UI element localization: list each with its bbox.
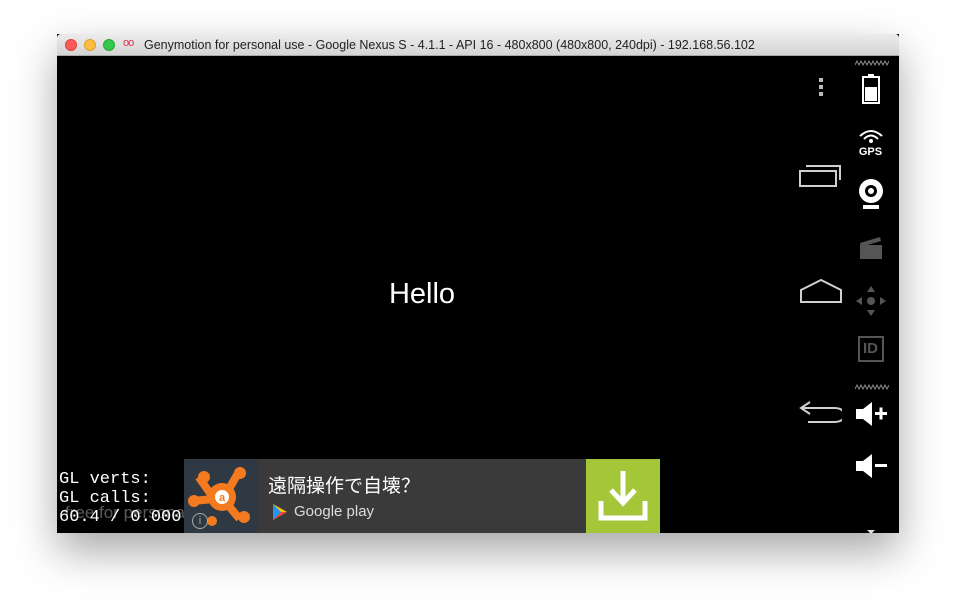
back-icon[interactable] [798,394,842,428]
svg-text:a: a [219,492,226,504]
volume-down-icon[interactable] [842,452,899,485]
id-label: ID [857,336,884,362]
download-icon [598,471,648,521]
google-play-label: Google play [294,503,375,520]
toolbar-grip-middle [855,384,889,390]
hello-text: Hello [388,278,456,310]
gl-verts-label: GL verts: [59,470,151,489]
close-button[interactable] [65,39,77,51]
ad-banner[interactable]: a i 遠隔操作で自壊？ Google play [184,459,660,533]
minimize-button[interactable] [84,39,96,51]
window-title: Genymotion for personal use - Google Nex… [144,38,755,52]
volume-up-icon[interactable] [842,400,899,433]
gps-icon[interactable]: GPS [842,129,899,158]
toolbar-scroll-down-icon[interactable] [842,522,899,540]
device-screen[interactable]: Hello GL verts: GL calls: 60.4 / 0.000 f… [57,56,842,533]
zoom-button[interactable] [103,39,115,51]
google-play-icon [273,504,287,520]
genymotion-toolbar: GPS ID [842,56,899,534]
gps-label: GPS [858,146,883,158]
google-play-badge: Google play [270,502,390,522]
menu-icon[interactable] [819,78,823,99]
genymotion-logo-icon: oo [123,37,134,49]
id-icon: ID [842,336,899,362]
ad-download-button[interactable] [586,459,660,533]
ad-headline: 遠隔操作で自壊？ [268,476,421,497]
emulator-window: oo Genymotion for personal use - Google … [57,34,899,534]
capture-icon [842,234,899,265]
camera-icon[interactable] [842,178,899,215]
dpad-icon [842,284,899,323]
recent-apps-icon[interactable] [798,162,842,188]
home-icon[interactable] [798,278,842,304]
toolbar-grip-top [855,60,889,66]
title-bar: oo Genymotion for personal use - Google … [57,34,899,56]
battery-icon[interactable] [842,74,899,109]
ad-info-icon[interactable]: i [192,513,208,529]
